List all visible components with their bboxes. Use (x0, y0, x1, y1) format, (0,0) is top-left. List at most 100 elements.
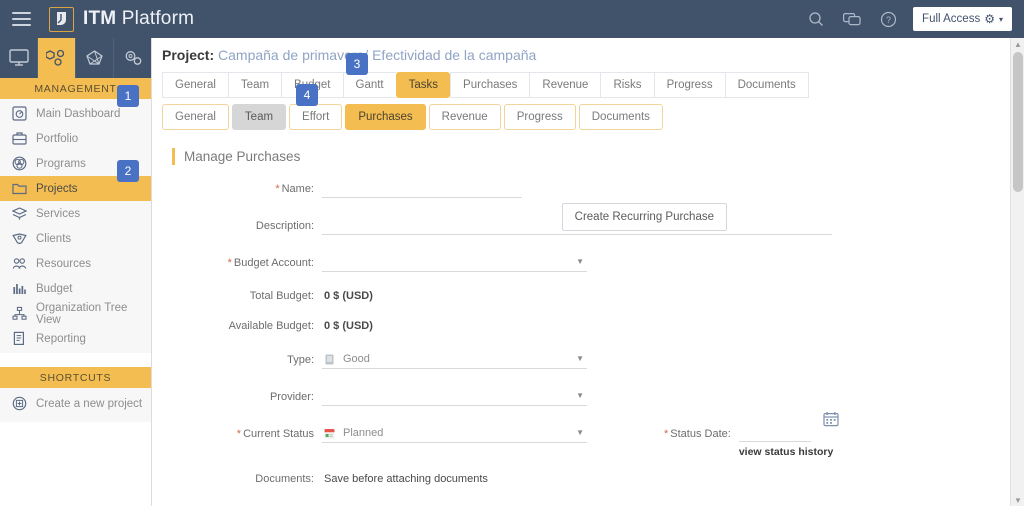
tab-general[interactable]: General (162, 72, 228, 98)
subtab-general[interactable]: General (162, 104, 229, 130)
subtab-documents[interactable]: Documents (579, 104, 663, 130)
sidebar-item-label: Organization Tree View (36, 302, 151, 326)
type-label: Type: (152, 354, 322, 366)
project-prefix: Project: (162, 47, 214, 63)
tab-tasks[interactable]: Tasks (396, 72, 450, 98)
form-row-provider: Provider: ▼ (152, 387, 1010, 406)
subtab-purchases[interactable]: Purchases (345, 104, 425, 130)
sidebar-icon-settings[interactable] (114, 38, 151, 78)
svg-text:?: ? (886, 15, 891, 25)
calendar-icon[interactable] (823, 411, 839, 427)
programs-icon (11, 155, 28, 172)
help-icon[interactable]: ? (877, 8, 899, 30)
sidebar-item-portfolio[interactable]: Portfolio (0, 126, 151, 151)
documents-value: Save before attaching documents (322, 473, 488, 485)
sidebar-item-organization-tree-view[interactable]: Organization Tree View (0, 301, 151, 326)
provider-select[interactable]: ▼ (322, 387, 587, 406)
sidebar-item-resources[interactable]: Resources (0, 251, 151, 276)
sidebar-shortcuts-label: SHORTCUTS (0, 367, 151, 388)
current-status-value: Planned (337, 427, 383, 439)
search-icon[interactable] (805, 8, 827, 30)
name-label-text: Name: (282, 183, 314, 195)
manage-purchases-heading: Manage Purchases (172, 148, 1010, 165)
brand-title: ITM Platform (83, 8, 194, 30)
form-row-type: Type: Good ▼ (152, 350, 1010, 369)
scroll-up-icon[interactable]: ▲ (1011, 38, 1024, 50)
sidebar-shortcuts-list: Create a new project (0, 388, 151, 422)
sidebar-item-label: Budget (36, 283, 72, 295)
tab-risks[interactable]: Risks (600, 72, 653, 98)
current-status-select[interactable]: Planned ▼ (322, 424, 587, 443)
hamburger-menu-icon[interactable] (0, 0, 42, 38)
full-access-button[interactable]: Full Access ⚙ ▾ (913, 7, 1012, 31)
sidebar-nav-list: Main Dashboard Portfolio Programs Projec… (0, 99, 151, 353)
annotation-badge-4: 4 (296, 84, 318, 106)
folder-icon (11, 180, 28, 197)
annotation-badge-1: 1 (117, 85, 139, 107)
tab-team[interactable]: Team (228, 72, 281, 98)
budget-account-label: *Budget Account: (152, 257, 322, 269)
sidebar-icon-network[interactable] (76, 38, 114, 78)
primary-tab-bar: General Team Budget Gantt Tasks Purchase… (162, 72, 1010, 98)
org-tree-icon (11, 305, 28, 322)
sidebar-item-reporting[interactable]: Reporting (0, 326, 151, 351)
tab-gantt[interactable]: Gantt (343, 72, 396, 98)
tab-purchases[interactable]: Purchases (450, 72, 529, 98)
subtab-effort[interactable]: Effort (289, 104, 342, 130)
status-date-group: *Status Date: view status history (664, 425, 833, 458)
page-scrollbar[interactable]: ▲ ▼ (1010, 38, 1024, 506)
add-circle-icon (11, 395, 28, 412)
chat-icon[interactable] (841, 8, 863, 30)
sidebar-icon-monitor[interactable] (0, 38, 38, 78)
description-label: Description: (152, 220, 322, 232)
scroll-down-icon[interactable]: ▼ (1011, 494, 1024, 506)
sidebar-item-label: Reporting (36, 333, 86, 345)
tab-progress[interactable]: Progress (654, 72, 725, 98)
services-icon (11, 205, 28, 222)
sidebar: MANAGEMENT Main Dashboard Portfolio Prog… (0, 38, 152, 506)
sidebar-item-clients[interactable]: Clients (0, 226, 151, 251)
sidebar-shortcut-create-new-project[interactable]: Create a new project (0, 391, 151, 416)
sidebar-shortcut-label: Create a new project (36, 398, 142, 410)
status-date-input-wrap: view status history (739, 425, 834, 458)
subtab-revenue[interactable]: Revenue (429, 104, 501, 130)
name-label: *Name: (152, 183, 322, 195)
subtab-team[interactable]: Team (232, 104, 286, 130)
form-row-documents: Documents: Save before attaching documen… (152, 473, 1010, 485)
brand-light: Platform (116, 8, 194, 29)
sidebar-item-services[interactable]: Services (0, 201, 151, 226)
description-input[interactable] (322, 216, 832, 235)
annotation-badge-3: 3 (346, 53, 368, 75)
status-date-input[interactable] (739, 425, 811, 442)
sidebar-item-label: Clients (36, 233, 71, 245)
budget-account-select[interactable]: ▼ (322, 253, 587, 272)
subtab-progress[interactable]: Progress (504, 104, 576, 130)
tab-documents[interactable]: Documents (725, 72, 809, 98)
goods-box-icon (322, 352, 337, 367)
sidebar-item-label: Resources (36, 258, 91, 270)
annotation-badge-2: 2 (117, 160, 139, 182)
total-budget-value: 0 $ (USD) (322, 290, 373, 302)
page-title: Project: Campaña de primavera/ Efectivid… (152, 38, 1010, 63)
scrollbar-thumb[interactable] (1013, 52, 1023, 192)
name-input[interactable] (322, 179, 522, 198)
required-marker: * (664, 428, 668, 440)
available-budget-value: 0 $ (USD) (322, 320, 373, 332)
chevron-down-icon: ▼ (576, 391, 584, 400)
resources-icon (11, 255, 28, 272)
sidebar-icon-management[interactable] (38, 38, 76, 78)
view-status-history-link[interactable]: view status history (739, 446, 834, 458)
status-date-label-text: Status Date: (670, 428, 731, 440)
status-calendar-icon (322, 426, 337, 441)
tab-revenue[interactable]: Revenue (529, 72, 600, 98)
reporting-icon (11, 330, 28, 347)
form-row-name: *Name: (152, 179, 1010, 198)
section-title: Manage Purchases (184, 149, 300, 164)
header-actions: ? Full Access ⚙ ▾ (805, 7, 1024, 31)
sidebar-item-budget[interactable]: Budget (0, 276, 151, 301)
form-row-description: Description: (152, 216, 1010, 235)
total-budget-label: Total Budget: (152, 290, 322, 302)
type-select[interactable]: Good ▼ (322, 350, 587, 369)
main-content: Project: Campaña de primavera/ Efectivid… (152, 38, 1010, 506)
project-name-link[interactable]: Campaña de primavera/ Efectividad de la … (218, 47, 536, 63)
